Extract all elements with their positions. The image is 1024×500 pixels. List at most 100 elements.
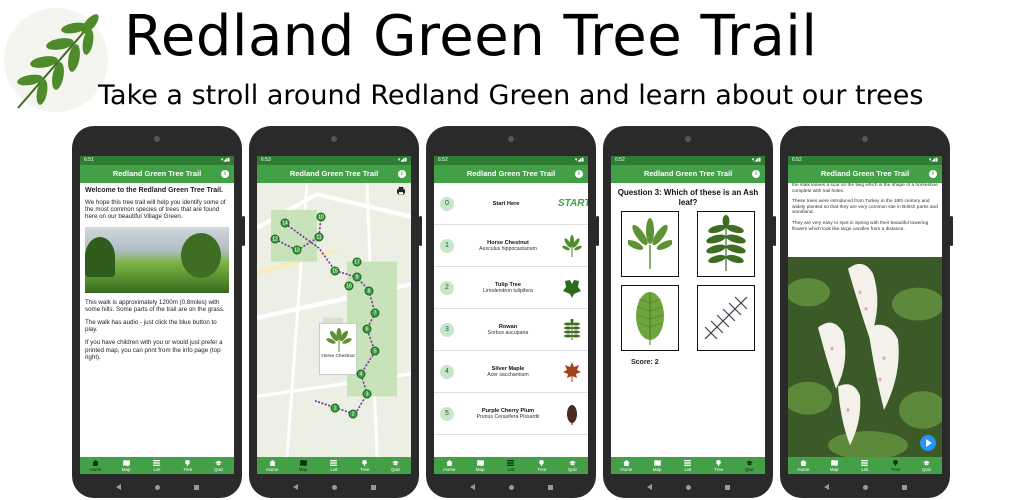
nav-home[interactable]: Home: [791, 459, 815, 472]
tree-icon: [539, 459, 545, 466]
home-content[interactable]: Welcome to the Redland Green Tree Trail.…: [80, 183, 234, 457]
bottom-nav: Home Map List Tree Quiz: [788, 457, 942, 474]
recents-icon[interactable]: [193, 484, 199, 490]
marker-popup[interactable]: Horse Chestnut: [319, 323, 357, 375]
list-item[interactable]: 1 Horse Chestnut Aesculus hippocastanum: [434, 225, 588, 267]
trail-marker[interactable]: 11: [314, 232, 324, 242]
status-time: 6:51: [84, 157, 94, 163]
nav-quiz[interactable]: Quiz: [915, 460, 939, 472]
nav-tree[interactable]: Tree: [176, 459, 200, 472]
nav-map[interactable]: Map: [114, 459, 138, 472]
answer-option[interactable]: [697, 211, 755, 277]
recents-icon[interactable]: [370, 484, 376, 490]
back-icon[interactable]: [646, 484, 652, 490]
nav-quiz[interactable]: Quiz: [738, 460, 762, 472]
back-icon[interactable]: [469, 484, 475, 490]
nav-home[interactable]: Home: [83, 459, 107, 472]
trail-marker[interactable]: 7: [370, 308, 380, 318]
tree-content[interactable]: the stalk leaves a scar on the twig whic…: [788, 183, 942, 457]
android-home-icon[interactable]: [508, 484, 514, 490]
nav-map[interactable]: Map: [645, 459, 669, 472]
nav-list[interactable]: List: [322, 459, 346, 472]
nav-home[interactable]: Home: [614, 459, 638, 472]
nav-list[interactable]: List: [853, 459, 877, 472]
recents-icon[interactable]: [547, 484, 553, 490]
graduation-cap-icon: [569, 460, 576, 465]
trail-marker[interactable]: 10: [316, 212, 326, 222]
nav-list[interactable]: List: [676, 459, 700, 472]
status-bar: 6:52 ▾◢▮: [611, 156, 765, 165]
app-title: Redland Green Tree Trail: [289, 169, 379, 178]
item-number: 5: [440, 406, 454, 421]
info-icon[interactable]: i: [752, 170, 760, 178]
welcome-para: We hope this tree trail will help you id…: [85, 199, 226, 221]
list-item[interactable]: 3 Rowan Sorbus aucuparia: [434, 309, 588, 351]
print-icon[interactable]: [397, 187, 405, 195]
list-item[interactable]: 4 Silver Maple Acer saccharinum: [434, 351, 588, 393]
nav-list[interactable]: List: [145, 459, 169, 472]
nav-home[interactable]: Home: [260, 459, 284, 472]
trail-marker[interactable]: 13: [292, 245, 302, 255]
nav-quiz[interactable]: Quiz: [561, 460, 585, 472]
nav-list[interactable]: List: [499, 459, 523, 472]
answer-option[interactable]: [621, 211, 679, 277]
nav-map[interactable]: Map: [822, 459, 846, 472]
nav-tree[interactable]: Tree: [707, 459, 731, 472]
bottom-nav: Home Map List Tree Quiz: [257, 457, 411, 474]
info-icon[interactable]: i: [398, 170, 406, 178]
trail-marker[interactable]: 1: [330, 403, 340, 413]
app-title: Redland Green Tree Trail: [643, 169, 733, 178]
page-subtitle: Take a stroll around Redland Green and l…: [98, 80, 924, 111]
trail-marker[interactable]: 12: [270, 234, 280, 244]
popup-title: Horse Chestnut: [321, 354, 355, 359]
trail-marker[interactable]: 3: [362, 389, 372, 399]
item-number: 2: [440, 280, 454, 295]
android-home-icon[interactable]: [685, 484, 691, 490]
trail-marker[interactable]: 9: [352, 272, 362, 282]
nav-home[interactable]: Home: [437, 459, 461, 472]
trail-marker[interactable]: 17: [352, 257, 362, 267]
nav-quiz[interactable]: Quiz: [207, 460, 231, 472]
list-content[interactable]: 0 Start Here START 1 Horse Chestnut Aescu…: [434, 183, 588, 457]
trail-marker[interactable]: 16: [344, 281, 354, 291]
nav-map[interactable]: Map: [468, 459, 492, 472]
nav-tree[interactable]: Tree: [353, 459, 377, 472]
trail-marker[interactable]: 6: [362, 324, 372, 334]
nav-tree[interactable]: Tree: [884, 459, 908, 472]
audio-play-button[interactable]: [920, 435, 936, 451]
trail-marker[interactable]: 4: [356, 369, 366, 379]
back-icon[interactable]: [823, 484, 829, 490]
nav-quiz[interactable]: Quiz: [384, 460, 408, 472]
map-content[interactable]: Horse Chestnut 1 2 3 4 5 6 7 8 9 10 11 12 13 14 15 16 17: [257, 183, 411, 457]
trail-marker[interactable]: 15: [330, 266, 340, 276]
list-item[interactable]: 5 Purple Cherry Plum Prunus Cerasifera Pi…: [434, 393, 588, 435]
info-icon[interactable]: i: [221, 170, 229, 178]
chestnut-flowers-image: [788, 257, 942, 457]
android-home-icon[interactable]: [331, 484, 337, 490]
android-home-icon[interactable]: [862, 484, 868, 490]
battery-icon: ▾◢▮: [397, 157, 407, 163]
list-item[interactable]: 2 Tulip Tree Liriodendron tulipifera: [434, 267, 588, 309]
list-item[interactable]: 0 Start Here START: [434, 183, 588, 225]
answer-option[interactable]: [697, 285, 755, 351]
trail-marker[interactable]: 5: [370, 346, 380, 356]
trail-map[interactable]: Horse Chestnut 1 2 3 4 5 6 7 8 9 10 11 12 13 14 15 16 17: [257, 183, 411, 457]
nav-map[interactable]: Map: [291, 459, 315, 472]
recents-icon[interactable]: [901, 484, 907, 490]
page-title: Redland Green Tree Trail: [124, 4, 818, 69]
android-nav: [249, 482, 419, 492]
android-home-icon[interactable]: [154, 484, 160, 490]
info-icon[interactable]: i: [575, 170, 583, 178]
trail-marker[interactable]: 14: [280, 218, 290, 228]
back-icon[interactable]: [115, 484, 121, 490]
back-icon[interactable]: [292, 484, 298, 490]
battery-icon: ▾◢▮: [574, 157, 584, 163]
trail-marker[interactable]: 2: [348, 409, 358, 419]
nav-tree[interactable]: Tree: [530, 459, 554, 472]
answer-option[interactable]: [621, 285, 679, 351]
recents-icon[interactable]: [724, 484, 730, 490]
trail-marker[interactable]: 8: [364, 286, 374, 296]
info-icon[interactable]: i: [929, 170, 937, 178]
status-bar: 6:53 ▾◢▮: [257, 156, 411, 165]
item-latin: Acer saccharinum: [487, 371, 529, 378]
